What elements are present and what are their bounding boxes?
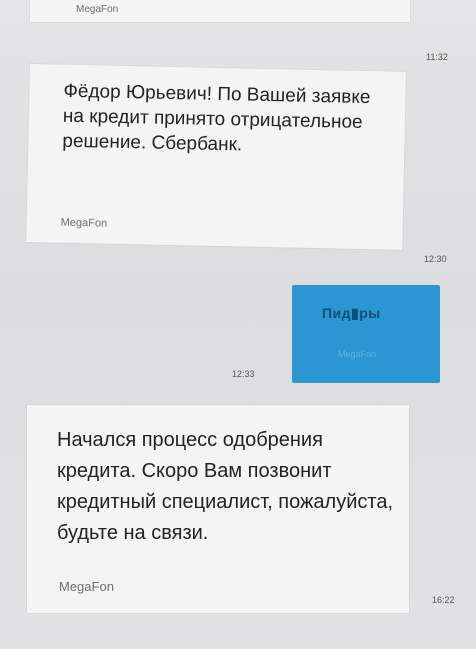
message-sender: MegaFon — [338, 349, 377, 359]
message-bubble-partial[interactable]: MegaFon — [30, 0, 410, 22]
message-bubble-incoming[interactable]: Начался процесс одобрения кредита. Скоро… — [27, 405, 409, 613]
message-timestamp: 12:30 — [424, 254, 447, 264]
message-sender: MegaFon — [76, 4, 119, 15]
message-timestamp: 16:22 — [432, 595, 455, 605]
message-text: Фёдор Юрьевич! По Вашей заявке на кредит… — [62, 80, 371, 156]
message-sender: MegaFon — [59, 579, 114, 594]
message-text: Начался процесс одобрения кредита. Скоро… — [57, 429, 393, 544]
message-timestamp: 12:33 — [232, 369, 255, 379]
message-text: Пид▮ры — [322, 305, 381, 321]
message-bubble-incoming[interactable]: Фёдор Юрьевич! По Вашей заявке на кредит… — [26, 64, 406, 250]
message-timestamp: 11:32 — [426, 52, 448, 62]
message-bubble-outgoing[interactable]: Пид▮ры MegaFon — [292, 285, 440, 383]
message-sender: MegaFon — [60, 216, 108, 230]
sms-conversation-screen: MegaFon 11:32 Фёдор Юрьевич! По Вашей за… — [0, 0, 476, 649]
